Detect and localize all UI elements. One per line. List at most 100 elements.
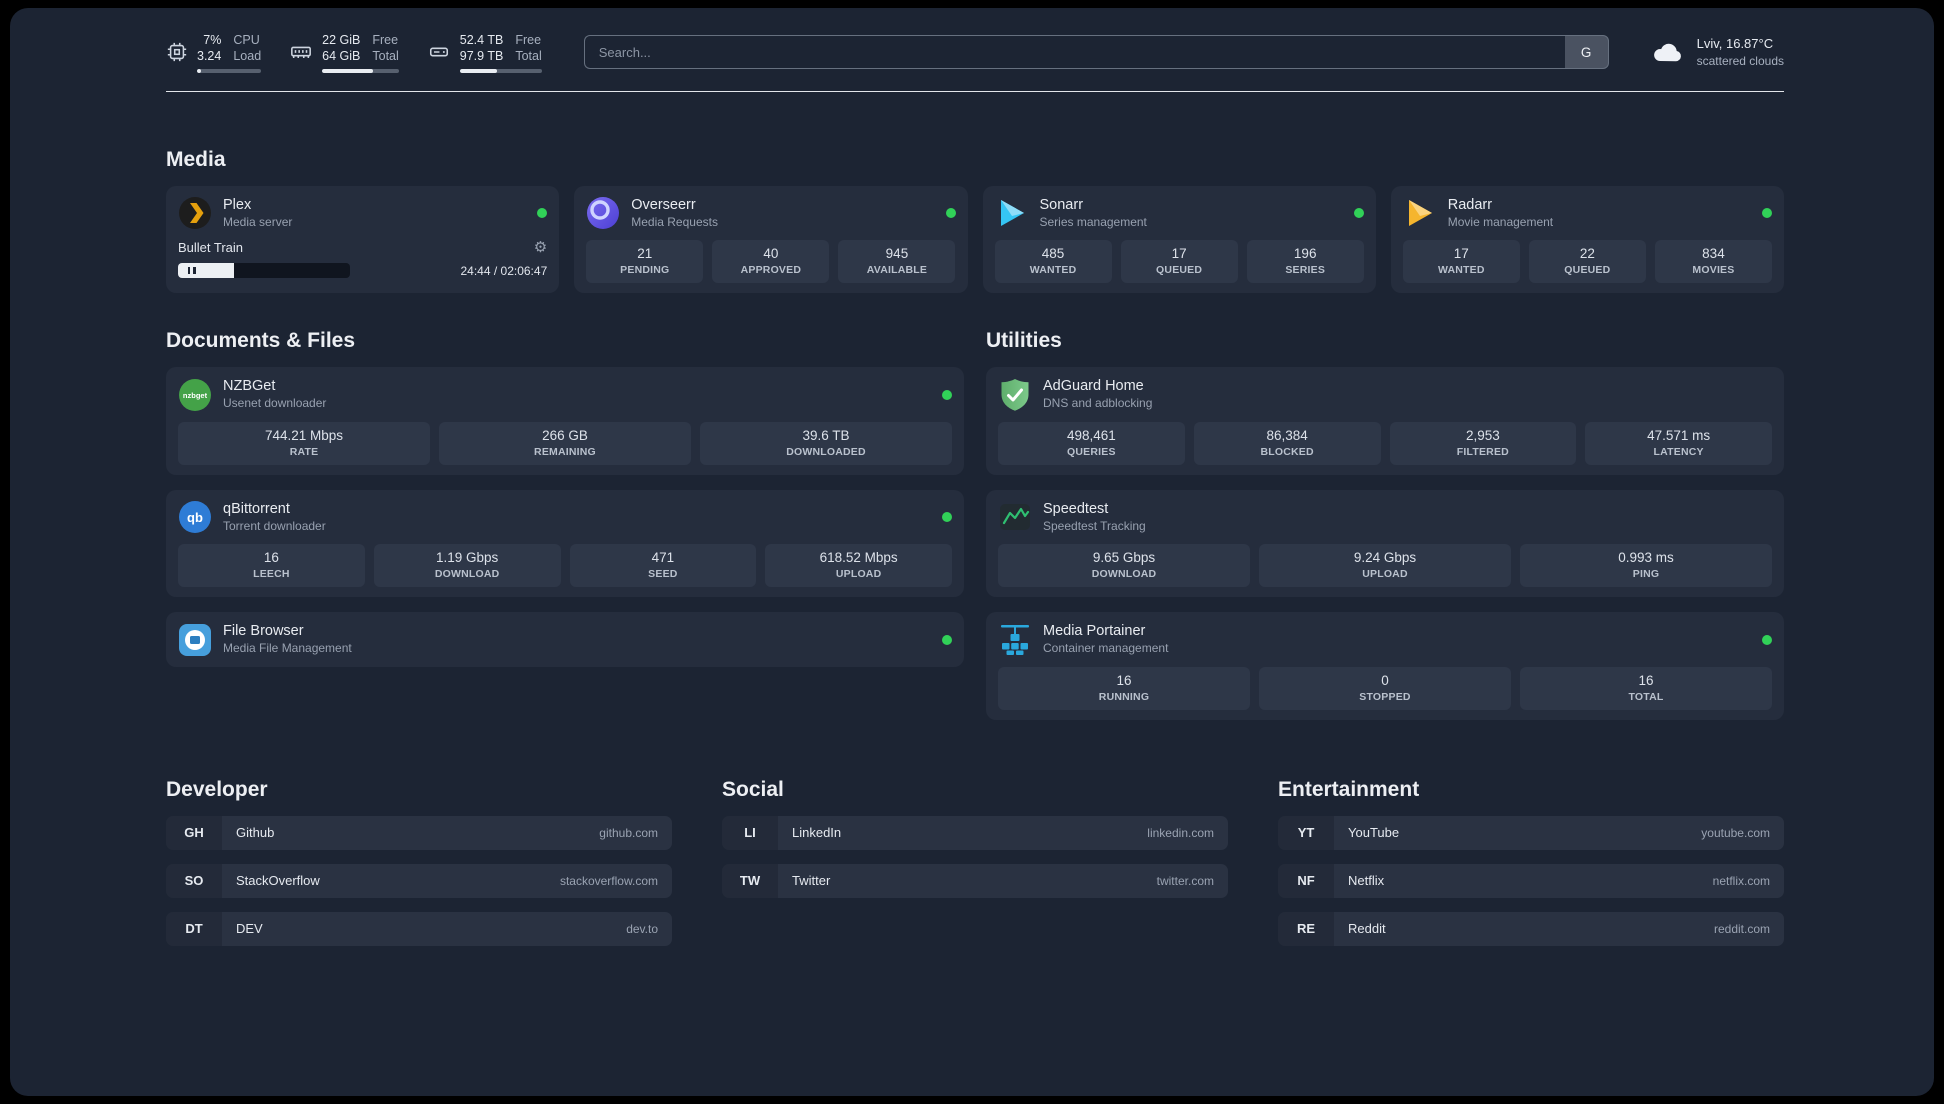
stat-series: 196 SERIES <box>1246 240 1364 284</box>
service-desc: Container management <box>1043 641 1169 656</box>
bookmark-name: Github <box>236 825 275 841</box>
service-name: qBittorrent <box>223 500 290 517</box>
ram-icon <box>289 41 313 63</box>
disk-label-2: Total <box>515 49 542 64</box>
service-card-sonarr[interactable]: Sonarr Series management 485 WANTED 17 QUE… <box>982 186 1376 294</box>
cpu-icon <box>166 41 188 63</box>
stat-upload: 618.52 Mbps UPLOAD <box>765 544 952 588</box>
bookmark-abbr: TW <box>722 864 778 898</box>
bookmark-github[interactable]: GH Github github.com <box>166 815 672 850</box>
service-card-adguard[interactable]: AdGuard Home DNS and adblocking 498,461 Q… <box>986 367 1784 475</box>
status-badge <box>1762 208 1772 219</box>
bookmark-linkedin[interactable]: LI LinkedIn linkedin.com <box>722 815 1228 850</box>
bookmark-dev[interactable]: DT DEV dev.to <box>166 911 672 946</box>
pause-icon[interactable] <box>178 263 205 279</box>
service-name: File Browser <box>223 623 304 640</box>
bookmark-url: linkedin.com <box>1147 825 1214 840</box>
bookmark-url: netflix.com <box>1712 873 1770 888</box>
ram-label-1: Free <box>372 33 399 47</box>
service-desc: Speedtest Tracking <box>1043 518 1146 533</box>
service-card-speedtest[interactable]: Speedtest Speedtest Tracking 9.65 Gbps DO… <box>986 489 1784 598</box>
bookmark-youtube[interactable]: YT YouTube youtube.com <box>1278 815 1784 850</box>
stat-queries: 498,461 QUERIES <box>998 421 1185 465</box>
plex-icon <box>178 196 212 230</box>
bookmark-stackoverflow[interactable]: SO StackOverflow stackoverflow.com <box>166 863 672 898</box>
weather-location: Lviv, 16.87°C <box>1696 36 1774 52</box>
bookmark-group-entertainment: Entertainment YT YouTube youtube.com NF N… <box>1278 778 1784 960</box>
now-playing-title: Bullet Train <box>178 240 244 256</box>
bookmark-netflix[interactable]: NF Netflix netflix.com <box>1278 863 1784 898</box>
filebrowser-icon <box>178 623 212 657</box>
disk-total: 97.9 TB <box>459 49 504 64</box>
bookmark-abbr: LI <box>722 816 778 850</box>
dashboard-panel: 7% 3.24 CPU Load 22 GiB 64 GiB Free Tota… <box>10 8 1934 1096</box>
stat-download: 9.65 Gbps DOWNLOAD <box>998 544 1250 588</box>
system-stats: 7% 3.24 CPU Load 22 GiB 64 GiB Free Tota… <box>166 32 542 73</box>
status-badge <box>537 208 548 219</box>
adguard-icon <box>998 378 1032 412</box>
bookmark-url: stackoverflow.com <box>559 873 658 888</box>
ram-progress-bar <box>322 68 399 73</box>
playback-progress-bar[interactable] <box>205 263 350 279</box>
section-heading-entertainment: Entertainment <box>1278 777 1420 801</box>
bookmark-abbr: RE <box>1278 912 1334 946</box>
ram-label-2: Total <box>372 49 399 64</box>
bookmark-name: StackOverflow <box>236 873 320 889</box>
stat-seed: 471 SEED <box>569 544 757 588</box>
topbar: 7% 3.24 CPU Load 22 GiB 64 GiB Free Tota… <box>166 32 1784 73</box>
playback-time: 24:44 / 02:06:47 <box>460 263 548 278</box>
bookmark-name: LinkedIn <box>792 825 842 841</box>
radarr-icon <box>1403 196 1437 230</box>
cpu-label-1: CPU <box>233 33 260 47</box>
bookmark-url: twitter.com <box>1156 873 1214 888</box>
service-name: NZBGet <box>223 378 276 395</box>
gear-icon[interactable]: ⚙ <box>534 240 547 255</box>
bookmark-name: DEV <box>236 921 263 937</box>
topbar-divider <box>166 90 1784 92</box>
search-provider-button[interactable]: G <box>1564 35 1609 70</box>
speedtest-icon <box>998 500 1032 534</box>
service-desc: Media File Management <box>223 641 352 656</box>
ram-metric: 22 GiB 64 GiB Free Total <box>289 32 399 73</box>
service-card-portainer[interactable]: Media Portainer Container management 16 R… <box>986 612 1784 720</box>
stat-ping: 0.993 ms PING <box>1520 544 1772 588</box>
service-name: Overseerr <box>631 197 696 213</box>
stat-queued: 17 QUEUED <box>1120 240 1238 284</box>
service-card-nzbget[interactable]: nzbget NZBGet Usenet downloader 744.21 M… <box>166 367 964 475</box>
stat-leech: 16 LEECH <box>178 544 365 588</box>
stat-available: 945 AVAILABLE <box>838 240 956 284</box>
nzbget-icon: nzbget <box>178 378 212 412</box>
stat-filtered: 2,953 FILTERED <box>1389 421 1577 465</box>
stat-wanted: 17 WANTED <box>1402 240 1520 284</box>
cpu-progress-bar <box>197 68 262 73</box>
stat-pending: 21 PENDING <box>586 240 704 284</box>
service-desc: Usenet downloader <box>223 396 327 411</box>
section-heading-utilities: Utilities <box>986 329 1062 353</box>
bookmark-twitter[interactable]: TW Twitter twitter.com <box>722 863 1228 898</box>
portainer-icon <box>998 623 1032 657</box>
service-card-qbittorrent[interactable]: qb qBittorrent Torrent downloader 16 LEE… <box>166 489 964 598</box>
service-card-plex[interactable]: Plex Media server Bullet Train ⚙ 24:44 /… <box>166 186 560 294</box>
bookmark-reddit[interactable]: RE Reddit reddit.com <box>1278 911 1784 946</box>
cloud-icon <box>1651 39 1685 65</box>
ram-total: 64 GiB <box>322 49 361 64</box>
service-card-overseerr[interactable]: Overseerr Media Requests 21 PENDING 40 APP… <box>574 186 968 294</box>
section-heading-media: Media <box>166 148 226 171</box>
service-card-filebrowser[interactable]: File Browser Media File Management <box>166 612 964 667</box>
service-name: Media Portainer <box>1043 623 1146 640</box>
service-desc: Series management <box>1039 214 1147 229</box>
status-badge <box>1353 208 1364 219</box>
service-card-radarr[interactable]: Radarr Movie management 17 WANTED 22 QUEUE… <box>1390 186 1784 294</box>
service-name: Radarr <box>1447 197 1493 213</box>
disk-free: 52.4 TB <box>459 33 504 47</box>
svg-text:nzbget: nzbget <box>183 391 208 400</box>
stat-queued: 22 QUEUED <box>1528 240 1646 284</box>
stat-running: 16 RUNNING <box>998 666 1250 710</box>
stat-stopped: 0 STOPPED <box>1259 666 1511 710</box>
sonarr-icon <box>995 196 1029 230</box>
bookmark-abbr: NF <box>1278 864 1334 898</box>
disk-metric: 52.4 TB 97.9 TB Free Total <box>427 32 542 73</box>
search-input[interactable] <box>583 35 1565 70</box>
cpu-load: 3.24 <box>197 49 222 64</box>
disk-icon <box>427 41 451 63</box>
